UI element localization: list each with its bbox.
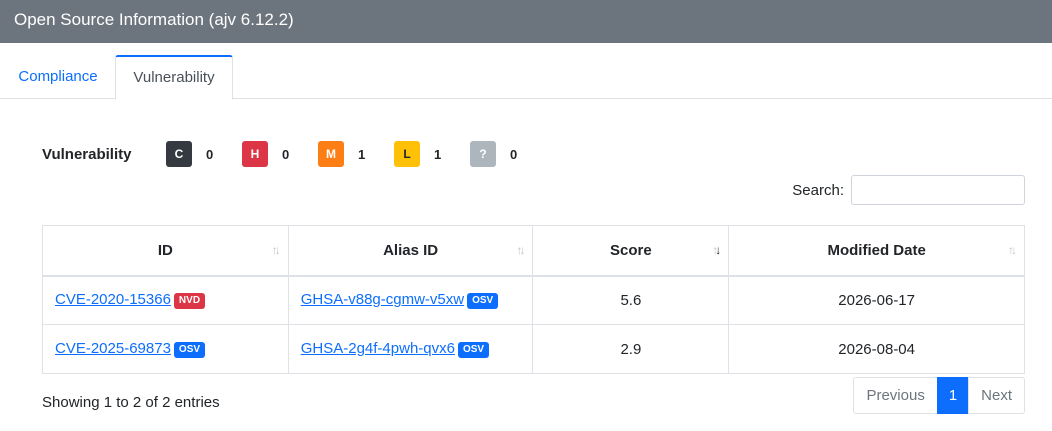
previous-page-button[interactable]: Previous <box>853 377 938 414</box>
table-info: Showing 1 to 2 of 2 entries <box>42 394 220 411</box>
unknown-count: 0 <box>510 146 518 162</box>
search-input[interactable] <box>851 175 1025 205</box>
summary-label: Vulnerability <box>42 145 132 163</box>
column-label: Score <box>610 241 652 259</box>
column-header-score[interactable]: Score ↑↓ <box>532 225 730 277</box>
sort-icon: ↑↓ <box>271 243 281 257</box>
severity-medium: M 1 <box>318 141 394 167</box>
page-1-button[interactable]: 1 <box>936 377 970 414</box>
severity-low: L 1 <box>394 141 470 167</box>
low-count: 1 <box>434 146 442 162</box>
search-box: Search: <box>792 175 1025 205</box>
id-cell: CVE-2020-15366 NVD <box>42 275 289 325</box>
modified-date-cell: 2026-08-04 <box>728 324 1025 374</box>
alias-cell: GHSA-2g4f-4pwh-qvx6 OSV <box>287 324 534 374</box>
medium-count: 1 <box>358 146 366 162</box>
vulnerability-id-link[interactable]: CVE-2025-69873 <box>55 340 171 357</box>
osv-source-badge: OSV <box>173 342 206 358</box>
column-label: Alias ID <box>383 241 439 259</box>
nvd-source-badge: NVD <box>173 293 206 310</box>
vulnerability-table: ID ↑↓ Alias ID ↑↓ Score ↑↓ Modified Date… <box>42 225 1025 374</box>
severity-unknown: ? 0 <box>470 141 546 167</box>
low-badge: L <box>394 141 420 167</box>
alias-id-link[interactable]: GHSA-v88g-cgmw-v5xw <box>301 291 464 308</box>
severity-critical: C 0 <box>166 141 242 167</box>
unknown-badge: ? <box>470 141 496 167</box>
window-title: Open Source Information (ajv 6.12.2) <box>14 10 294 29</box>
column-label: Modified Date <box>827 241 926 259</box>
table-row: CVE-2020-15366 NVD GHSA-v88g-cgmw-v5xw OSV… <box>42 275 1025 325</box>
score-cell: 5.6 <box>532 275 730 325</box>
column-label: ID <box>157 241 173 259</box>
next-page-button[interactable]: Next <box>968 377 1025 414</box>
pagination: Previous 1 Next <box>853 377 1025 414</box>
osv-source-badge: OSV <box>457 342 490 358</box>
alias-cell: GHSA-v88g-cgmw-v5xw OSV <box>287 275 534 325</box>
window-header: Open Source Information (ajv 6.12.2) <box>0 0 1052 43</box>
high-badge: H <box>242 141 268 167</box>
column-header-id[interactable]: ID ↑↓ <box>42 225 289 277</box>
severity-high: H 0 <box>242 141 318 167</box>
table-header-row: ID ↑↓ Alias ID ↑↓ Score ↑↓ Modified Date… <box>42 225 1025 277</box>
severity-summary: Vulnerability C 0 H 0 M 1 L 1 ? 0 <box>42 141 546 167</box>
critical-badge: C <box>166 141 192 167</box>
sort-descending-icon: ↑↓ <box>712 243 721 257</box>
score-cell: 2.9 <box>532 324 730 374</box>
critical-count: 0 <box>206 146 214 162</box>
tab-vulnerability[interactable]: Vulnerability <box>115 55 233 100</box>
table-row: CVE-2025-69873 OSV GHSA-2g4f-4pwh-qvx6 OSV… <box>42 324 1025 374</box>
id-cell: CVE-2025-69873 OSV <box>42 324 289 374</box>
search-label: Search: <box>792 181 844 199</box>
medium-badge: M <box>318 141 344 167</box>
osv-source-badge: OSV <box>467 293 499 310</box>
sort-icon: ↑↓ <box>1008 243 1017 257</box>
sort-icon: ↑↓ <box>516 243 525 257</box>
high-count: 0 <box>282 146 290 162</box>
alias-id-link[interactable]: GHSA-2g4f-4pwh-qvx6 <box>301 340 455 357</box>
modified-date-cell: 2026-06-17 <box>728 275 1025 325</box>
tab-bar: Compliance Vulnerability <box>0 55 1052 100</box>
column-header-modified-date[interactable]: Modified Date ↑↓ <box>728 225 1025 277</box>
column-header-alias-id[interactable]: Alias ID ↑↓ <box>287 225 534 277</box>
vulnerability-id-link[interactable]: CVE-2020-15366 <box>55 291 171 308</box>
tab-compliance[interactable]: Compliance <box>2 55 114 99</box>
